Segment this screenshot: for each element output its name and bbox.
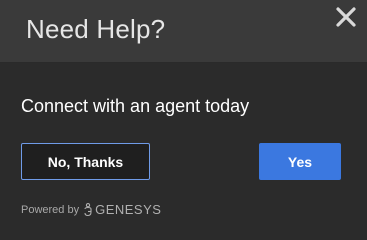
close-button[interactable]: [335, 6, 357, 28]
powered-by: Powered by GENESYS: [21, 202, 161, 217]
genesys-brand: GENESYS: [95, 202, 162, 217]
dialog-body: Connect with an agent today No, Thanks Y…: [0, 63, 367, 231]
powered-by-label: Powered by: [21, 203, 80, 216]
help-dialog: Need Help? Connect with an agent today N…: [0, 0, 367, 231]
yes-button[interactable]: Yes: [259, 143, 341, 180]
genesys-logo: GENESYS: [83, 202, 161, 217]
genesys-logo-icon: [84, 202, 92, 216]
dialog-title: Need Help?: [26, 14, 166, 44]
dialog-message: Connect with an agent today: [21, 96, 250, 116]
dialog-header: Need Help?: [0, 0, 367, 63]
no-thanks-button[interactable]: No, Thanks: [21, 143, 150, 180]
close-icon: [336, 7, 356, 27]
